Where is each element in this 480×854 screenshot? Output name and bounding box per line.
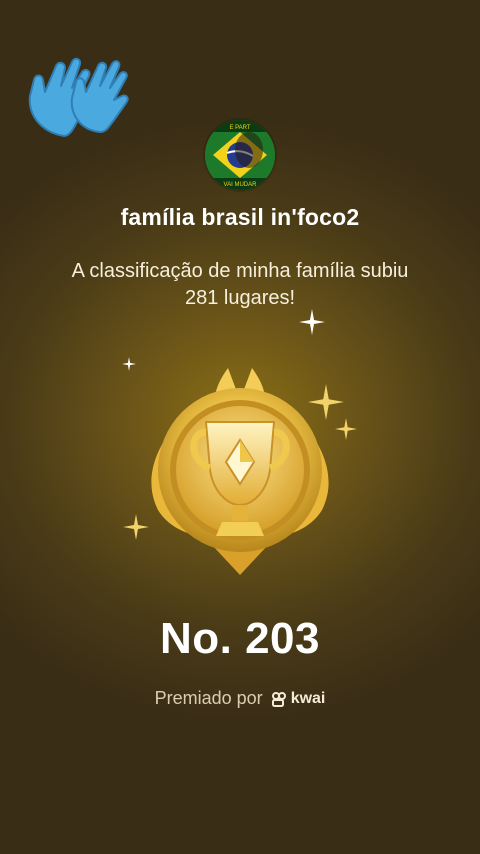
brand-label: kwai [290,689,326,707]
gold-trophy-badge-icon [151,368,329,575]
award-prefix: Premiado por [154,688,263,708]
svg-text:E PART: E PART [229,125,250,131]
clapping-hands-icon [20,52,132,144]
rank-number: No. 203 [159,614,320,663]
rank-up-message: A classificação de minha família subiu 2… [71,260,409,309]
svg-text:VAI MUDAR: VAI MUDAR [224,182,258,188]
kwai-logo-icon [271,691,286,707]
kwai-brand: kwai [271,689,326,708]
award-credit: Premiado por kwai [0,688,480,709]
family-avatar[interactable]: E PART VAI MUDAR [205,120,275,190]
family-name: família brasil in'foco2 [120,204,360,230]
sparkle-icon [299,309,325,335]
